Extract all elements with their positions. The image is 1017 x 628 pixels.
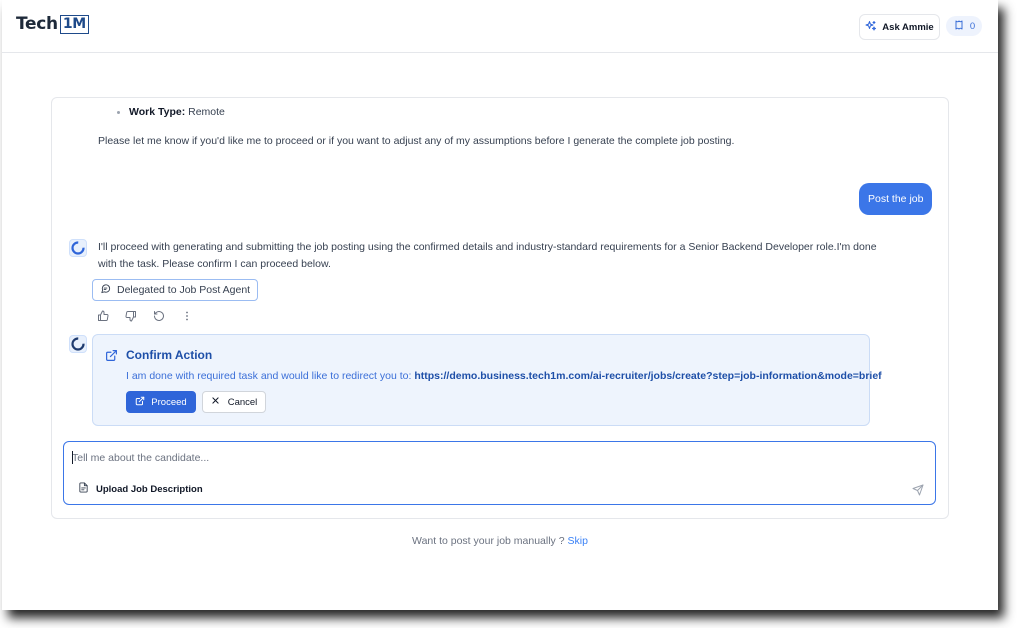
top-header: Tech 1M Ask Ammie 0 — [2, 0, 998, 53]
thumbs-down-icon[interactable] — [125, 310, 137, 322]
logo-text: Tech — [16, 14, 58, 34]
work-type-label: Work Type: — [129, 106, 186, 118]
chat-card: Work Type: Remote Please let me know if … — [51, 97, 949, 519]
skip-link[interactable]: Skip — [568, 535, 588, 547]
logo-box: 1M — [59, 14, 89, 34]
tech1m-logo[interactable]: Tech 1M — [16, 14, 89, 34]
assistant-message-1: Please let me know if you'd like me to p… — [98, 135, 735, 147]
proceed-label: Proceed — [151, 396, 187, 408]
work-type-line: Work Type: Remote — [129, 106, 225, 118]
upload-label: Upload Job Description — [96, 483, 203, 495]
credits-icon — [953, 19, 965, 34]
sparkle-icon — [865, 20, 877, 35]
text-caret — [72, 451, 73, 464]
external-link-icon — [135, 396, 145, 409]
ask-ammie-button[interactable]: Ask Ammie — [859, 14, 940, 40]
external-link-icon — [105, 349, 118, 362]
redirect-url-link[interactable]: https://demo.business.tech1m.com/ai-recr… — [414, 370, 881, 382]
chat-delegate-icon — [100, 283, 111, 297]
upload-job-description-button[interactable]: Upload Job Description — [78, 482, 203, 496]
delegated-label: Delegated to Job Post Agent — [117, 284, 251, 296]
confirm-action-panel: Confirm Action I am done with required t… — [92, 334, 882, 426]
ask-ammie-label: Ask Ammie — [882, 21, 934, 33]
more-vertical-icon[interactable] — [181, 310, 193, 322]
manual-post-prompt: Want to post your job manually ? Skip — [2, 535, 998, 547]
proceed-button[interactable]: Proceed — [126, 391, 196, 413]
confirm-action-text: I am done with required task and would l… — [126, 370, 882, 382]
app-window: Tech 1M Ask Ammie 0 Work Type: Remote Pl… — [2, 0, 998, 610]
refresh-icon[interactable] — [153, 310, 165, 322]
cancel-label: Cancel — [227, 396, 258, 408]
bullet-dot — [117, 111, 120, 114]
candidate-message-input[interactable] — [72, 450, 872, 466]
assistant-message-2: I'll proceed with generating and submitt… — [98, 241, 877, 270]
cancel-button[interactable]: Cancel — [202, 391, 266, 413]
message-composer: Upload Job Description — [63, 441, 936, 505]
close-icon — [211, 396, 220, 408]
bot-avatar-icon — [69, 335, 87, 353]
file-icon — [78, 482, 89, 496]
work-type-value: Remote — [188, 106, 225, 118]
confirm-message: I am done with required task and would l… — [126, 370, 412, 382]
confirm-action-title: Confirm Action — [126, 348, 213, 362]
manual-post-text: Want to post your job manually ? — [412, 535, 565, 547]
thumbs-up-icon[interactable] — [97, 310, 109, 322]
bot-avatar-icon — [69, 239, 87, 257]
message-actions — [97, 310, 193, 322]
delegated-badge[interactable]: Delegated to Job Post Agent — [92, 279, 259, 301]
user-message-bubble: Post the job — [859, 183, 933, 215]
send-icon[interactable] — [912, 483, 924, 496]
credits-badge[interactable]: 0 — [946, 16, 982, 36]
credits-count: 0 — [969, 20, 976, 32]
